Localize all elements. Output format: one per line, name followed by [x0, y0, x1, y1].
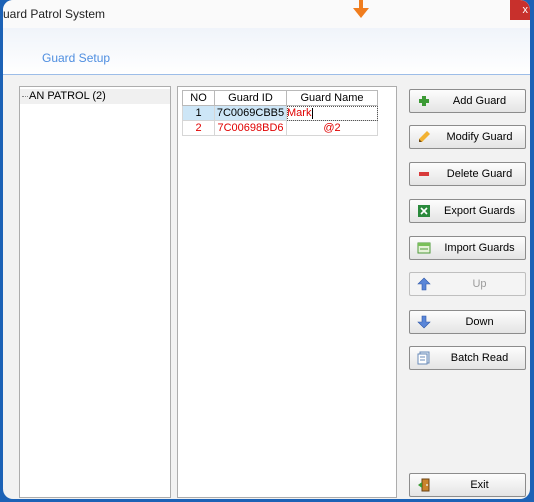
- cell-guard-name[interactable]: @2: [286, 120, 378, 136]
- down-label: Down: [465, 316, 494, 328]
- cell-no[interactable]: 2: [182, 120, 215, 136]
- patrol-tree[interactable]: AN PATROL (2): [19, 86, 171, 498]
- guard-grid[interactable]: NO Guard ID Guard Name 1 7C0069CBB5 Mark…: [177, 86, 397, 498]
- column-header-guard-name[interactable]: Guard Name: [286, 90, 378, 106]
- tree-connector-line: [22, 96, 28, 98]
- import-guards-label: Import Guards: [444, 242, 515, 254]
- exit-button[interactable]: Exit: [409, 473, 526, 497]
- batch-read-label: Batch Read: [450, 352, 509, 364]
- down-button[interactable]: Down: [409, 310, 526, 334]
- export-guards-button[interactable]: Export Guards: [409, 199, 526, 223]
- import-icon: [417, 242, 431, 254]
- cell-guard-name-editor[interactable]: Mark: [286, 105, 378, 121]
- cell-guard-id[interactable]: 7C0069CBB5: [214, 105, 287, 121]
- title-bar[interactable]: uard Patrol System x: [3, 0, 530, 28]
- import-guards-button[interactable]: Import Guards: [409, 236, 526, 260]
- plus-icon: [419, 96, 429, 106]
- delete-guard-label: Delete Guard: [446, 168, 513, 180]
- column-header-no[interactable]: NO: [182, 90, 215, 106]
- minus-icon: [419, 172, 429, 176]
- down-arrow-indicator-icon: [353, 0, 369, 18]
- up-label: Up: [472, 278, 487, 290]
- table-row[interactable]: 1 7C0069CBB5 Mark: [182, 105, 378, 121]
- modify-guard-button[interactable]: Modify Guard: [409, 125, 526, 149]
- cell-no[interactable]: 1: [182, 105, 215, 121]
- window-title: uard Patrol System: [3, 7, 106, 21]
- batch-read-icon: [417, 351, 430, 365]
- export-guards-label: Export Guards: [444, 205, 515, 217]
- tree-item-label: AN PATROL (2): [29, 90, 106, 102]
- modify-guard-label: Modify Guard: [446, 131, 513, 143]
- up-button[interactable]: Up: [409, 272, 526, 296]
- add-guard-button[interactable]: Add Guard: [409, 89, 526, 113]
- exit-label: Exit: [470, 479, 489, 491]
- section-title: Guard Setup: [42, 51, 111, 65]
- table-header-row: NO Guard ID Guard Name: [182, 90, 378, 106]
- up-arrow-icon: [417, 277, 431, 291]
- text-caret: [312, 107, 314, 119]
- down-arrow-icon: [417, 315, 431, 329]
- batch-read-button[interactable]: Batch Read: [409, 346, 526, 370]
- column-header-guard-id[interactable]: Guard ID: [214, 90, 287, 106]
- guard-patrol-window: uard Patrol System x Guard Setup AN PATR…: [3, 0, 530, 499]
- tree-item-root[interactable]: AN PATROL (2): [20, 89, 170, 104]
- guard-table: NO Guard ID Guard Name 1 7C0069CBB5 Mark…: [182, 90, 378, 136]
- close-button[interactable]: x: [510, 0, 530, 20]
- pencil-icon: [419, 131, 430, 142]
- exit-door-icon: [418, 478, 430, 492]
- delete-guard-button[interactable]: Delete Guard: [409, 162, 526, 186]
- excel-icon: [418, 205, 430, 217]
- add-guard-label: Add Guard: [452, 95, 507, 107]
- cell-guard-name-text[interactable]: Mark: [287, 107, 311, 119]
- table-row[interactable]: 2 7C00698BD6 @2: [182, 120, 378, 136]
- cell-guard-id[interactable]: 7C00698BD6: [214, 120, 287, 136]
